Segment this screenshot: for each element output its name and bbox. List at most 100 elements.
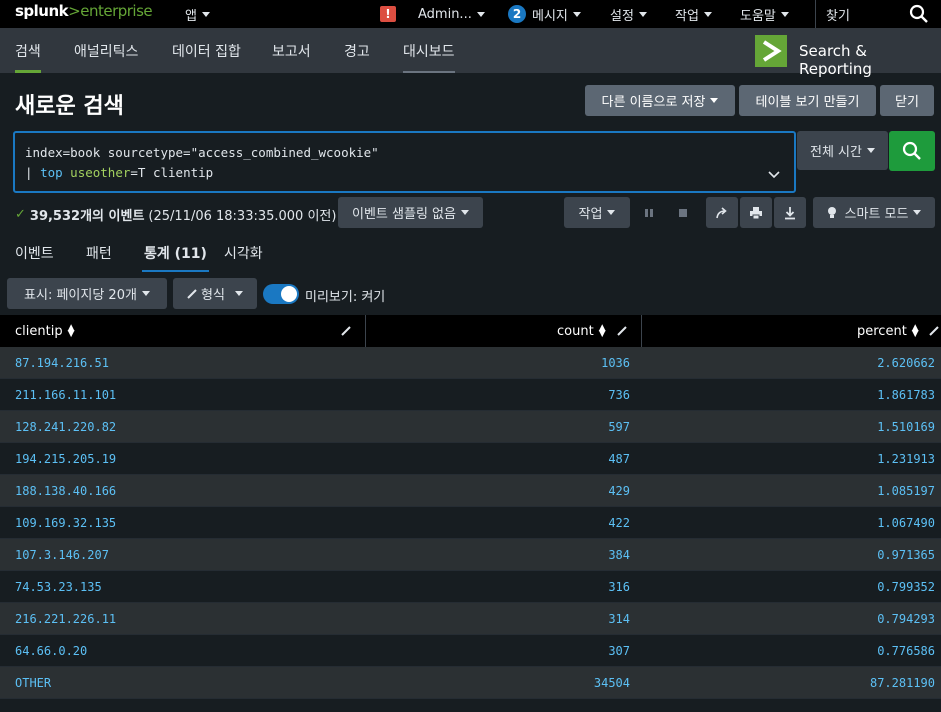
cell-count[interactable]: 736 [608, 388, 630, 402]
tab-patterns[interactable]: 패턴 [86, 243, 112, 271]
cell-percent[interactable]: 1.231913 [877, 452, 935, 466]
cell-clientip[interactable]: 128.241.220.82 [15, 420, 116, 434]
find-input[interactable]: 찾기 [815, 0, 941, 28]
chevron-down-icon [866, 148, 875, 153]
cell-clientip[interactable]: 64.66.0.20 [15, 644, 87, 658]
activity-menu[interactable]: 작업 [675, 0, 712, 28]
cell-count[interactable]: 384 [608, 548, 630, 562]
tab-visualization-label: 시각화 [224, 246, 263, 262]
per-page-dropdown[interactable]: 표시: 페이지당 20개 [7, 278, 167, 309]
cell-percent[interactable]: 1.067490 [877, 516, 935, 530]
tab-dashboards[interactable]: 대시보드 [403, 28, 455, 73]
create-table-label: 테이블 보기 만들기 [755, 95, 860, 110]
search-submit-button[interactable] [889, 131, 935, 171]
cell-count[interactable]: 316 [608, 580, 630, 594]
cell-percent[interactable]: 0.799352 [877, 580, 935, 594]
app-menu-label: 앱 [185, 8, 197, 24]
time-note: (25/11/06 18:33:35.000 이전) [148, 209, 337, 224]
column-header-count[interactable]: count ▲ ▼ [557, 315, 606, 347]
job-label: 작업 [578, 207, 603, 222]
cell-clientip[interactable]: 87.194.216.51 [15, 356, 109, 370]
logo-gt: > [68, 2, 81, 20]
print-button[interactable] [740, 197, 772, 228]
pencil-icon[interactable] [341, 325, 352, 336]
per-page-label: 표시: 페이지당 20개 [24, 288, 137, 303]
tab-analytics[interactable]: 애널리틱스 [74, 28, 138, 73]
pause-icon[interactable] [641, 205, 657, 221]
download-icon [785, 206, 795, 219]
search-query-input[interactable]: index=book sourcetype="access_combined_w… [13, 131, 796, 193]
save-as-button[interactable]: 다른 이름으로 저장 [585, 85, 735, 116]
cell-count[interactable]: 429 [608, 484, 630, 498]
export-button[interactable] [774, 197, 806, 228]
query-pipe: | [25, 165, 41, 180]
tab-events[interactable]: 이벤트 [15, 243, 54, 271]
cell-count[interactable]: 1036 [601, 356, 630, 370]
messages-menu[interactable]: 2 메시지 [508, 0, 581, 28]
cell-percent[interactable]: 1.861783 [877, 388, 935, 402]
chevron-down-icon [607, 210, 616, 215]
tab-events-label: 이벤트 [15, 246, 54, 262]
cell-clientip[interactable]: 74.53.23.135 [15, 580, 102, 594]
pencil-icon[interactable] [929, 325, 940, 336]
cell-percent[interactable]: 1.510169 [877, 420, 935, 434]
cell-percent[interactable]: 1.085197 [877, 484, 935, 498]
cell-clientip[interactable]: 216.221.226.11 [15, 612, 116, 626]
tab-search[interactable]: 검색 [15, 28, 41, 73]
pencil-icon[interactable] [617, 325, 628, 336]
time-range-picker[interactable]: 전체 시간 [797, 131, 888, 170]
cell-clientip[interactable]: 194.215.205.19 [15, 452, 116, 466]
help-menu[interactable]: 도움말 [740, 0, 789, 28]
cell-clientip[interactable]: 211.166.11.101 [15, 388, 116, 402]
format-dropdown[interactable]: 형식 [173, 278, 257, 309]
close-button[interactable]: 닫기 [880, 85, 934, 116]
preview-toggle[interactable] [263, 284, 299, 304]
job-menu-button[interactable]: 작업 [564, 197, 630, 228]
search-icon[interactable] [909, 4, 929, 24]
cell-clientip[interactable]: 109.169.32.135 [15, 516, 116, 530]
cell-count[interactable]: 422 [608, 516, 630, 530]
cell-count[interactable]: 487 [608, 452, 630, 466]
tab-datasets[interactable]: 데이터 집합 [172, 28, 241, 73]
tab-datasets-label: 데이터 집합 [172, 43, 241, 60]
settings-menu[interactable]: 설정 [610, 0, 647, 28]
cell-clientip[interactable]: OTHER [15, 676, 51, 690]
table-row: 109.169.32.135 422 1.067490 [0, 507, 941, 539]
tab-visualization[interactable]: 시각화 [224, 243, 263, 271]
tab-alerts[interactable]: 경고 [344, 28, 370, 73]
event-sampling-dropdown[interactable]: 이벤트 샘플링 없음 [338, 197, 483, 228]
cell-percent[interactable]: 0.971365 [877, 548, 935, 562]
cell-clientip[interactable]: 107.3.146.207 [15, 548, 109, 562]
smart-mode-label: 스마트 모드 [844, 207, 909, 222]
share-button[interactable] [706, 197, 738, 228]
cell-count[interactable]: 597 [608, 420, 630, 434]
stop-icon[interactable] [675, 205, 691, 221]
cell-count[interactable]: 34504 [594, 676, 630, 690]
logo-text: splunk [15, 2, 69, 20]
query-line-1: index=book sourcetype="access_combined_w… [25, 145, 379, 160]
cell-count[interactable]: 314 [608, 612, 630, 626]
sort-icon: ▲ ▼ [67, 323, 75, 339]
chevron-down-icon[interactable] [768, 171, 780, 179]
column-header-clientip[interactable]: clientip ▲ ▼ [15, 315, 75, 347]
cell-count[interactable]: 307 [608, 644, 630, 658]
top-bar: splunk>enterprise 앱 ! Admin... 2 메시지 설정 작… [0, 0, 941, 28]
app-menu[interactable]: 앱 [185, 0, 210, 28]
cell-percent[interactable]: 0.776586 [877, 644, 935, 658]
chevron-down-icon [780, 11, 789, 17]
tab-alerts-label: 경고 [344, 43, 370, 60]
tab-statistics[interactable]: 통계 (11) [142, 243, 209, 272]
cell-percent[interactable]: 2.620662 [877, 356, 935, 370]
create-table-view-button[interactable]: 테이블 보기 만들기 [739, 85, 876, 116]
column-header-percent[interactable]: percent ▲ ▼ [857, 315, 919, 347]
search-mode-dropdown[interactable]: 스마트 모드 [813, 197, 935, 228]
search-icon [902, 141, 921, 160]
cell-clientip[interactable]: 188.138.40.166 [15, 484, 116, 498]
alert-indicator[interactable]: ! [380, 0, 396, 28]
splunk-logo[interactable]: splunk>enterprise [15, 2, 153, 20]
cell-percent[interactable]: 0.794293 [877, 612, 935, 626]
table-row: 128.241.220.82 597 1.510169 [0, 411, 941, 443]
tab-reports[interactable]: 보고서 [272, 28, 311, 73]
cell-percent[interactable]: 87.281190 [870, 676, 935, 690]
admin-menu[interactable]: Admin... [418, 0, 485, 28]
